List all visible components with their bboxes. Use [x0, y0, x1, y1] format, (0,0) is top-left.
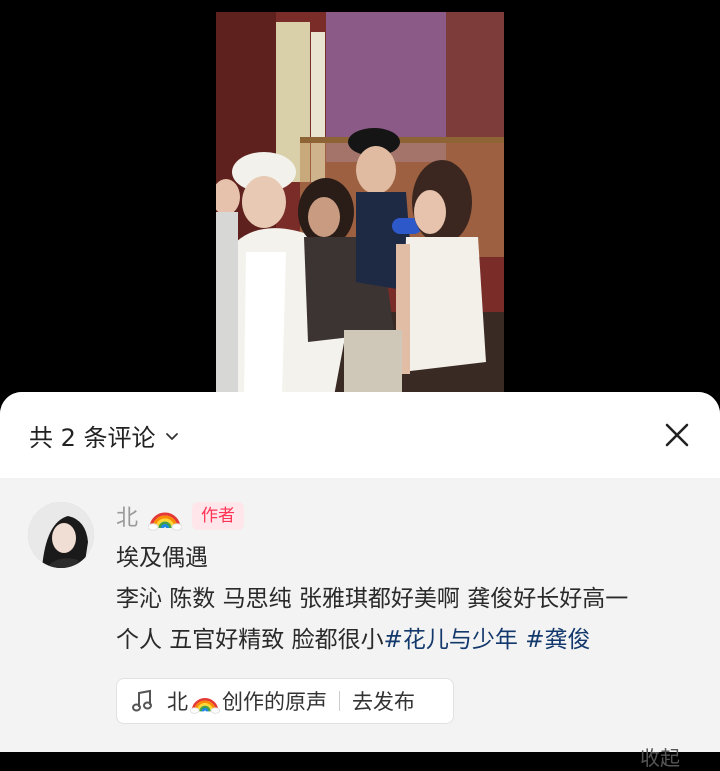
- hashtag-link-2[interactable]: #龚俊: [525, 627, 590, 653]
- author-badge: 作者: [192, 502, 245, 530]
- avatar-image: [28, 502, 94, 568]
- comment-line-1: 埃及偶遇: [116, 545, 208, 571]
- video-frame[interactable]: [216, 12, 504, 396]
- photo-illustration: [216, 12, 504, 396]
- comment-author-name[interactable]: 北: [116, 500, 138, 532]
- comment-sheet-header: 共 2 条评论: [0, 392, 720, 478]
- rainbow-emoji: [148, 512, 183, 531]
- comment-count-toggle[interactable]: 共 2 条评论: [29, 418, 180, 453]
- hashtag-link-1[interactable]: #花儿与少年: [384, 627, 518, 653]
- comment-text[interactable]: 埃及偶遇 李沁 陈数 马思纯 张雅琪都好美啊 龚俊好长好高一 个人 五官好精致 …: [116, 538, 706, 661]
- original-sound-chip[interactable]: 北 创作的原声 去发布: [116, 678, 454, 724]
- comment-count-title: 共 2 条评论: [29, 424, 156, 452]
- video-area[interactable]: [0, 0, 720, 420]
- close-icon[interactable]: [662, 420, 692, 450]
- publish-sound-button[interactable]: 去发布: [352, 686, 415, 716]
- chip-divider: [339, 691, 340, 711]
- comment-line-3: 个人 五官好精致 脸都很小#花儿与少年 #龚俊: [116, 620, 706, 661]
- music-note-icon: [132, 689, 152, 712]
- comment-author-row: 北 作者: [116, 500, 245, 532]
- sound-author: 北: [167, 690, 188, 714]
- sound-suffix: 创作的原声: [222, 690, 327, 714]
- avatar[interactable]: [28, 502, 94, 568]
- comment-line-3-text: 个人 五官好精致 脸都很小: [116, 627, 384, 653]
- collapse-button[interactable]: 收起: [640, 742, 680, 771]
- chevron-down-icon: [165, 432, 178, 440]
- rainbow-emoji: [190, 697, 220, 714]
- comment-line-2: 李沁 陈数 马思纯 张雅琪都好美啊 龚俊好长好高一: [116, 586, 629, 612]
